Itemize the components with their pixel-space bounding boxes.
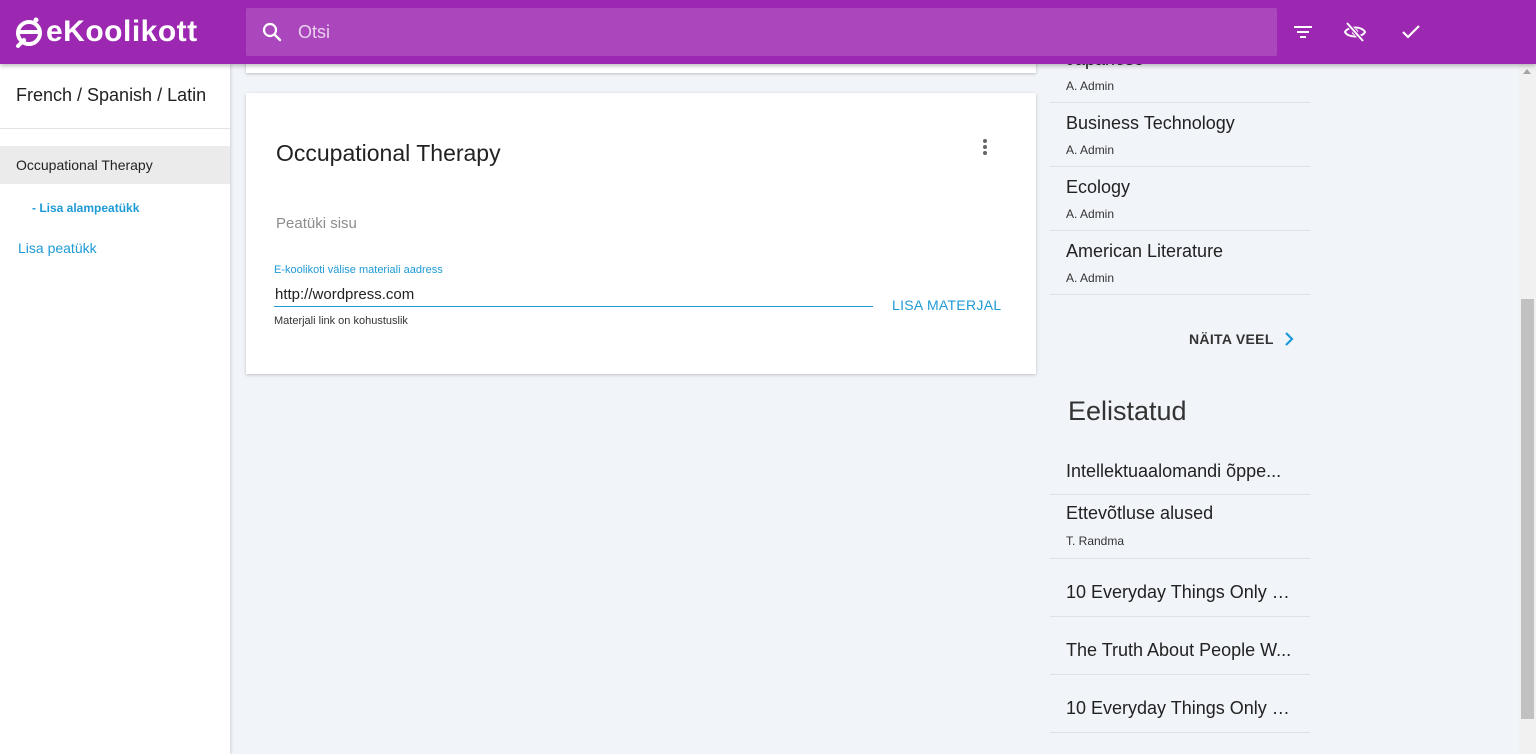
list-item-title: The Truth About People W... — [1066, 640, 1292, 660]
list-item-title: American Literature — [1066, 241, 1224, 261]
list-item[interactable]: Ecology A. Admin — [1050, 167, 1310, 231]
list-item-author: A. Admin — [1066, 79, 1115, 93]
list-item[interactable]: 10 Everyday Things Only E... — [1050, 675, 1310, 733]
chapter-card: Occupational Therapy Peatüki sisu E-kool… — [246, 93, 1036, 374]
brand-name: eKoolikott — [46, 15, 198, 48]
list-item-title: Ettevõtluse alused — [1066, 503, 1214, 523]
list-item[interactable]: Intellektuaalomandi õppe... — [1050, 437, 1310, 495]
list-item-title: 10 Everyday Things Only E... — [1066, 698, 1296, 718]
list-item[interactable]: American Literature A. Admin — [1050, 231, 1310, 295]
add-chapter-link[interactable]: Lisa peatükk — [18, 240, 97, 256]
search-bar[interactable] — [246, 8, 1277, 56]
scrollbar-thumb[interactable] — [1521, 299, 1534, 719]
visibility-off-icon — [1343, 21, 1367, 43]
chevron-right-icon — [1284, 332, 1294, 346]
filter-button[interactable] — [1287, 16, 1319, 48]
logo[interactable]: eKoolikott — [14, 12, 198, 52]
list-item[interactable]: The Truth About People W... — [1050, 617, 1310, 675]
add-material-button[interactable]: LISA MATERJAL — [892, 297, 1001, 313]
visibility-toggle-button[interactable] — [1339, 16, 1371, 48]
list-item-title: 10 Everyday Things Only E... — [1066, 582, 1296, 602]
list-item-title: Business Technology — [1066, 113, 1235, 133]
scroll-up-arrow-icon[interactable] — [1523, 69, 1531, 74]
divider — [0, 128, 230, 129]
add-subchapter-link[interactable]: - Lisa alampeatükk — [32, 201, 139, 215]
logo-mark-icon — [16, 17, 42, 48]
material-title: French / Spanish / Latin — [16, 85, 207, 105]
list-item-title: Intellektuaalomandi õppe... — [1066, 461, 1282, 481]
list-item-author: A. Admin — [1066, 271, 1115, 285]
material-url-input[interactable] — [274, 283, 873, 307]
show-more-label: NÄITA VEEL — [1189, 331, 1274, 347]
check-icon — [1402, 25, 1420, 39]
sidebar-item-chapter[interactable]: Occupational Therapy — [0, 146, 230, 184]
list-item-title: Ecology — [1066, 177, 1131, 197]
filter-icon — [1294, 26, 1312, 38]
list-item[interactable]: Ettevõtluse alused T. Randma — [1050, 495, 1310, 559]
more-vert-icon[interactable] — [975, 136, 995, 158]
chapter-content-placeholder[interactable]: Peatüki sisu — [276, 215, 357, 232]
scrollbar[interactable] — [1519, 64, 1536, 754]
material-url-helper: Materjali link on kohustuslik — [274, 315, 408, 327]
list-item[interactable]: Business Technology A. Admin — [1050, 103, 1310, 167]
list-item[interactable]: 10 Everyday Things Only E... — [1050, 559, 1310, 617]
material-url-label: E-koolikoti välise materiali aadress — [274, 264, 443, 276]
search-input[interactable] — [298, 21, 1198, 43]
top-app-bar: eKoolikott — [0, 0, 1536, 64]
favorites-heading: Eelistatud — [1068, 396, 1187, 426]
confirm-button[interactable] — [1395, 16, 1427, 48]
chapter-sidebar: French / Spanish / Latin Occupational Th… — [0, 64, 230, 754]
show-more-button[interactable]: NÄITA VEEL — [1189, 331, 1294, 347]
list-item-author: A. Admin — [1066, 207, 1115, 221]
chapter-title[interactable]: Occupational Therapy — [276, 140, 501, 167]
search-icon — [262, 22, 282, 42]
list-item-author: T. Randma — [1066, 534, 1125, 548]
list-item-author: A. Admin — [1066, 143, 1115, 157]
